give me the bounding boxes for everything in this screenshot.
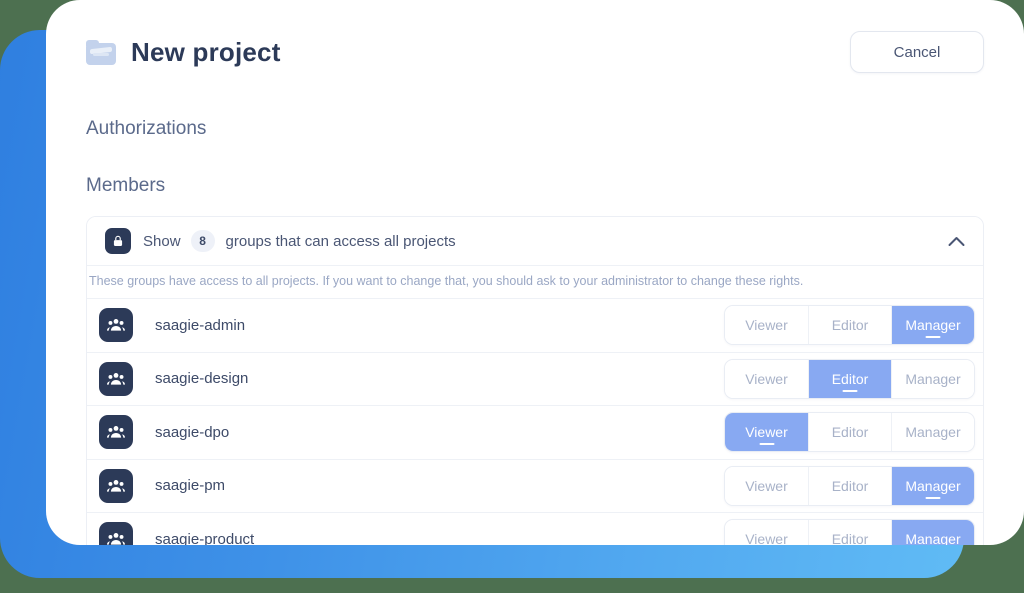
dialog-header: New project Cancel xyxy=(86,0,984,96)
member-name: saagie-pm xyxy=(155,477,226,495)
groups-panel: Show 8 groups that can access all projec… xyxy=(86,216,984,545)
role-manager-button[interactable]: Manager xyxy=(891,306,974,345)
role-editor-button[interactable]: Editor xyxy=(808,520,891,545)
role-segmented-control: Viewer Editor Manager xyxy=(724,412,975,453)
role-editor-button[interactable]: Editor xyxy=(808,306,891,345)
chevron-up-icon[interactable] xyxy=(948,236,965,247)
page-title: New project xyxy=(131,36,281,67)
members-list: saagie-admin Viewer Editor Manager saagi… xyxy=(87,298,983,545)
table-row: saagie-pm Viewer Editor Manager xyxy=(87,458,983,513)
show-groups-description: groups that can access all projects xyxy=(225,232,456,250)
show-label: Show xyxy=(143,232,181,250)
role-editor-button[interactable]: Editor xyxy=(808,359,891,398)
role-manager-button[interactable]: Manager xyxy=(891,413,974,452)
section-heading-authorizations: Authorizations xyxy=(86,118,207,139)
folder-icon xyxy=(86,39,116,65)
role-manager-button[interactable]: Manager xyxy=(891,359,974,398)
group-icon xyxy=(99,308,133,343)
group-icon xyxy=(99,468,133,503)
role-viewer-button[interactable]: Viewer xyxy=(725,466,808,505)
role-segmented-control: Viewer Editor Manager xyxy=(724,465,975,506)
groups-count-badge: 8 xyxy=(190,230,215,252)
groups-note: These groups have access to all projects… xyxy=(87,265,983,298)
role-manager-button[interactable]: Manager xyxy=(891,520,974,545)
group-icon xyxy=(99,415,133,450)
show-groups-toggle[interactable]: Show 8 groups that can access all projec… xyxy=(87,217,983,265)
role-editor-button[interactable]: Editor xyxy=(808,466,891,505)
role-segmented-control: Viewer Editor Manager xyxy=(724,519,975,545)
table-row: saagie-design Viewer Editor Manager xyxy=(87,351,983,406)
cancel-button[interactable]: Cancel xyxy=(850,31,984,73)
role-segmented-control: Viewer Editor Manager xyxy=(724,358,975,399)
table-row: saagie-admin Viewer Editor Manager xyxy=(87,298,983,352)
role-editor-button[interactable]: Editor xyxy=(808,413,891,452)
group-icon xyxy=(99,522,133,545)
role-viewer-button[interactable]: Viewer xyxy=(725,359,808,398)
table-row: saagie-dpo Viewer Editor Manager xyxy=(87,405,983,459)
title-group: New project xyxy=(86,37,281,68)
member-name: saagie-design xyxy=(155,370,249,388)
member-name: saagie-dpo xyxy=(155,423,230,441)
role-viewer-button[interactable]: Viewer xyxy=(725,306,808,345)
role-viewer-button[interactable]: Viewer xyxy=(725,413,808,452)
section-heading-members: Members xyxy=(86,175,166,196)
group-icon xyxy=(99,361,133,396)
member-name: saagie-admin xyxy=(155,316,246,334)
lock-icon xyxy=(105,228,131,254)
member-name: saagie-product xyxy=(155,530,255,545)
role-segmented-control: Viewer Editor Manager xyxy=(724,305,975,346)
role-viewer-button[interactable]: Viewer xyxy=(725,520,808,545)
table-row: saagie-product Viewer Editor Manager xyxy=(87,512,983,545)
new-project-dialog: New project Cancel Authorizations Member… xyxy=(46,0,1024,545)
role-manager-button[interactable]: Manager xyxy=(891,466,974,505)
